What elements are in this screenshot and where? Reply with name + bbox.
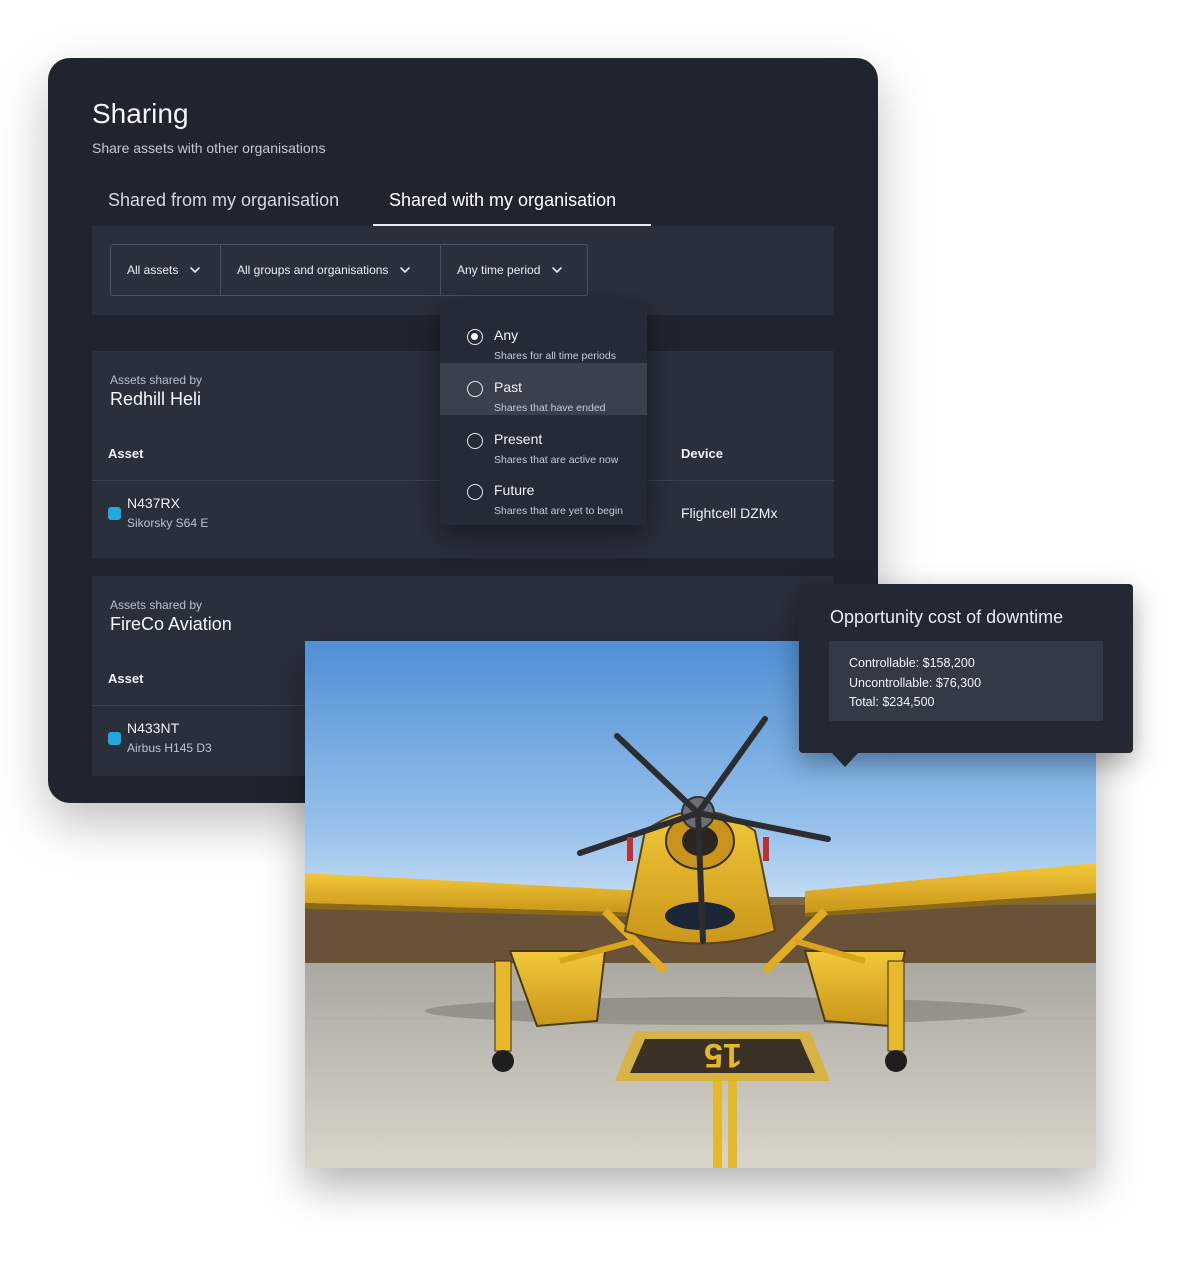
- option-description: Shares that are yet to begin: [494, 505, 623, 517]
- assets-filter[interactable]: All assets: [111, 245, 221, 295]
- time-period-filter-label: Any time period: [457, 263, 541, 277]
- time-option-present[interactable]: Present Shares that are active now: [440, 415, 647, 467]
- radio-icon: [467, 484, 483, 500]
- chevron-down-icon: [400, 267, 411, 274]
- chevron-down-icon: [552, 267, 563, 274]
- tab-shared-with[interactable]: Shared with my organisation: [373, 184, 651, 226]
- groups-filter[interactable]: All groups and organisations: [221, 245, 441, 295]
- filter-group: All assets All groups and organisations …: [110, 244, 588, 296]
- groups-filter-label: All groups and organisations: [237, 263, 389, 277]
- uncontrollable-cost: Uncontrollable: $76,300: [849, 675, 982, 690]
- chevron-down-icon: [190, 267, 201, 274]
- organisation-name: FireCo Aviation: [110, 614, 232, 634]
- asset-model: Airbus H145 D3: [127, 741, 212, 755]
- time-option-past[interactable]: Past Shares that have ended: [440, 363, 647, 415]
- total-cost: Total: $234,500: [849, 695, 935, 709]
- svg-text:15: 15: [704, 1036, 742, 1074]
- tab-shared-from[interactable]: Shared from my organisation: [92, 184, 355, 226]
- option-description: Shares that are active now: [494, 454, 619, 466]
- device-column-header: Device: [681, 446, 723, 461]
- option-description: Shares for all time periods: [494, 350, 616, 362]
- option-label: Any: [494, 327, 519, 343]
- time-period-menu: Any Shares for all time periods Past Sha…: [440, 302, 647, 525]
- radio-selected-icon: [467, 329, 483, 345]
- time-option-any[interactable]: Any Shares for all time periods: [440, 310, 647, 362]
- tooltip-values: Controllable: $158,200 Uncontrollable: $…: [829, 641, 1103, 721]
- page-title: Sharing: [92, 98, 189, 129]
- organisation-name: Redhill Heli: [110, 389, 202, 409]
- time-period-filter[interactable]: Any time period: [441, 245, 587, 295]
- option-label: Future: [494, 482, 535, 498]
- asset-color-marker: [108, 507, 121, 520]
- opportunity-cost-tooltip: Opportunity cost of downtime Controllabl…: [799, 584, 1133, 767]
- time-option-future[interactable]: Future Shares that are yet to begin: [440, 467, 647, 519]
- tab-bar: Shared from my organisation Shared with …: [92, 184, 878, 226]
- option-label: Past: [494, 379, 523, 395]
- radio-icon: [467, 433, 483, 449]
- radio-icon: [467, 381, 483, 397]
- card-kicker: Assets shared by: [110, 373, 203, 387]
- option-label: Present: [494, 431, 543, 447]
- asset-id[interactable]: N433NT: [127, 720, 179, 736]
- asset-color-marker: [108, 732, 121, 745]
- page-subtitle: Share assets with other organisations: [92, 140, 326, 156]
- asset-column-header: Asset: [108, 671, 144, 686]
- tooltip-title: Opportunity cost of downtime: [830, 607, 1064, 627]
- asset-column-header: Asset: [108, 446, 144, 461]
- asset-id[interactable]: N437RX: [127, 495, 180, 511]
- option-description: Shares that have ended: [494, 402, 606, 414]
- assets-filter-label: All assets: [127, 263, 179, 277]
- asset-model: Sikorsky S64 E: [127, 516, 209, 530]
- device-value: Flightcell DZMx: [681, 505, 778, 521]
- controllable-cost: Controllable: $158,200: [849, 656, 975, 670]
- card-kicker: Assets shared by: [110, 598, 203, 612]
